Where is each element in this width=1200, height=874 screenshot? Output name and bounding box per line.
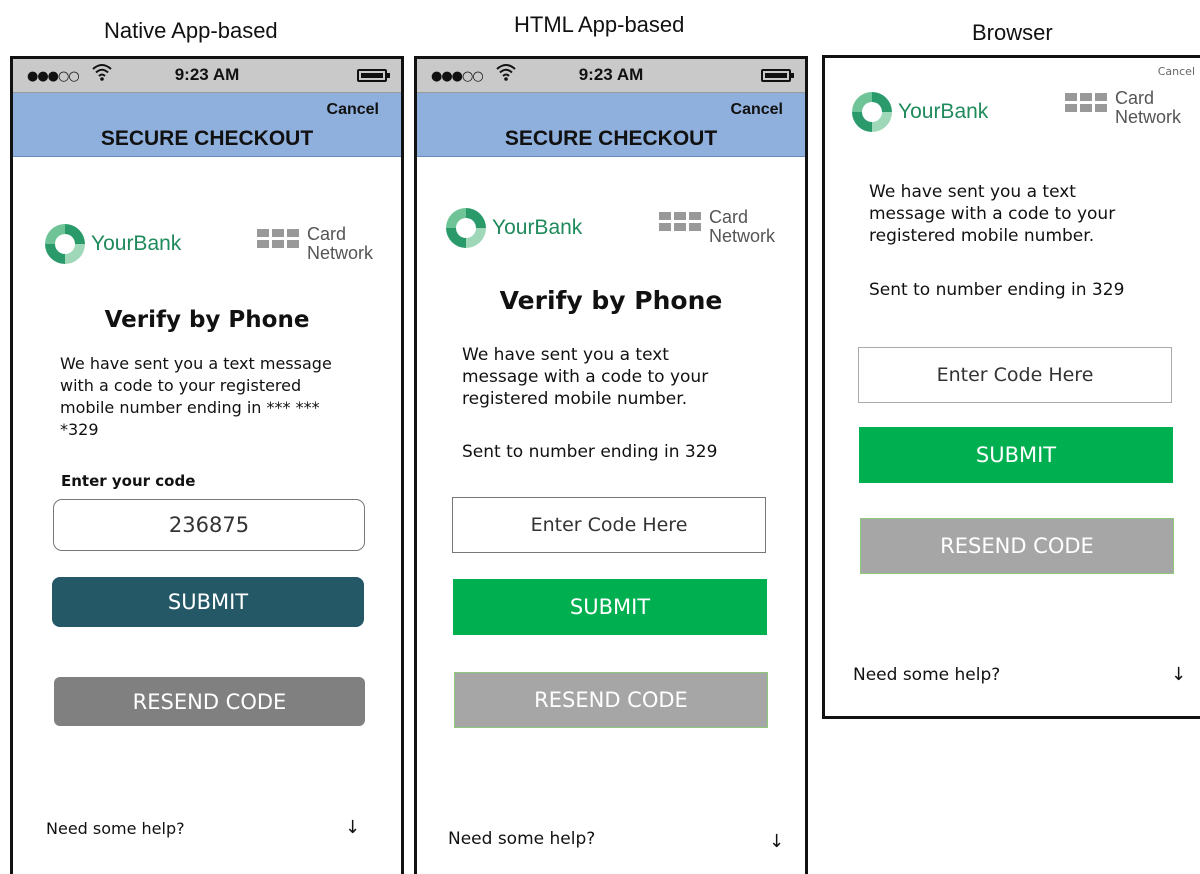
grid-icon [1065, 93, 1107, 123]
status-bar: ●●●○○ 9:23 AM [417, 59, 805, 93]
message-line: mobile number ending in *** *** [60, 398, 320, 417]
column-title-browser: Browser [972, 20, 1053, 45]
bank-name: YourBank [898, 100, 989, 123]
message-line: registered mobile number. [462, 389, 688, 409]
checkout-header: Cancel SECURE CHECKOUT [417, 93, 805, 157]
submit-button[interactable]: SUBMIT [453, 579, 767, 635]
grid-icon [659, 212, 701, 242]
card-network-line1: Card [709, 207, 749, 227]
verify-heading: Verify by Phone [499, 286, 723, 315]
help-link[interactable]: Need some help? [853, 665, 1000, 685]
bank-ring-logo [852, 92, 892, 132]
battery-icon [761, 69, 794, 82]
browser-frame: Cancel YourBank Card Network We have sent… [822, 55, 1200, 719]
arrow-down-icon[interactable]: ↓ [769, 831, 784, 852]
sms-message: We have sent you a text message with a c… [869, 181, 1115, 247]
sms-message: We have sent you a text message with a c… [462, 344, 708, 410]
message-line: We have sent you a text [462, 345, 669, 365]
message-line: with a code to your registered [60, 376, 302, 395]
message-line: message with a code to your [869, 204, 1116, 224]
card-network-logo: Card Network [659, 208, 775, 246]
card-network-line2: Network [1115, 107, 1182, 127]
bank-name: YourBank [492, 216, 583, 239]
status-time: 9:23 AM [578, 65, 644, 84]
card-network-logo: Card Network [1065, 89, 1181, 127]
verify-heading: Verify by Phone [104, 307, 310, 333]
column-title-native: Native App-based [104, 18, 278, 43]
card-network-line1: Card [1115, 88, 1155, 108]
help-link[interactable]: Need some help? [448, 829, 595, 849]
status-bar: ●●●○○ 9:23 AM [13, 59, 401, 93]
sent-to-text: Sent to number ending in 329 [869, 280, 1125, 300]
message-line: message with a code to your [462, 367, 709, 387]
browser-cancel-link[interactable]: Cancel [1158, 65, 1195, 78]
resend-code-button[interactable]: RESEND CODE [860, 518, 1174, 574]
resend-code-button[interactable]: RESEND CODE [454, 672, 768, 728]
bank-logo: YourBank [45, 224, 181, 264]
card-network-logo: Card Network [257, 225, 373, 263]
bank-name: YourBank [91, 232, 182, 255]
sms-message: We have sent you a text message with a c… [60, 353, 332, 441]
cancel-button[interactable]: Cancel [327, 101, 379, 119]
code-input[interactable]: 236875 [53, 499, 365, 551]
checkout-header: Cancel SECURE CHECKOUT [13, 93, 401, 157]
code-input[interactable]: Enter Code Here [858, 347, 1172, 403]
bank-ring-logo [45, 224, 85, 264]
bank-logo: YourBank [446, 208, 582, 248]
message-line: We have sent you a text message [60, 354, 332, 373]
message-line: *329 [60, 420, 99, 439]
checkout-title: SECURE CHECKOUT [504, 127, 718, 150]
message-line: registered mobile number. [869, 226, 1095, 246]
resend-code-button[interactable]: RESEND CODE [54, 677, 365, 726]
card-network-line1: Card [307, 224, 347, 244]
sent-to-text: Sent to number ending in 329 [462, 442, 718, 462]
code-input[interactable]: Enter Code Here [452, 497, 766, 553]
cancel-button[interactable]: Cancel [731, 101, 783, 119]
code-label: Enter your code [61, 472, 196, 490]
battery-icon [357, 69, 390, 82]
message-line: We have sent you a text [869, 182, 1076, 202]
submit-button[interactable]: SUBMIT [859, 427, 1173, 483]
submit-button[interactable]: SUBMIT [52, 577, 364, 627]
help-link[interactable]: Need some help? [46, 819, 185, 838]
column-title-html: HTML App-based [514, 12, 685, 37]
card-network-line2: Network [709, 226, 776, 246]
bank-logo: YourBank [852, 92, 988, 132]
html-phone-frame: ●●●○○ 9:23 AM Cancel SECURE CHECKOUT You… [414, 56, 808, 874]
grid-icon [257, 229, 299, 259]
card-network-line2: Network [307, 243, 374, 263]
bank-ring-logo [446, 208, 486, 248]
checkout-title: SECURE CHECKOUT [100, 127, 314, 150]
status-time: 9:23 AM [174, 65, 240, 84]
native-phone-frame: ●●●○○ 9:23 AM Cancel SECURE CHECKOUT You… [10, 56, 404, 874]
arrow-down-icon[interactable]: ↓ [1171, 664, 1186, 685]
arrow-down-icon[interactable]: ↓ [345, 817, 360, 838]
